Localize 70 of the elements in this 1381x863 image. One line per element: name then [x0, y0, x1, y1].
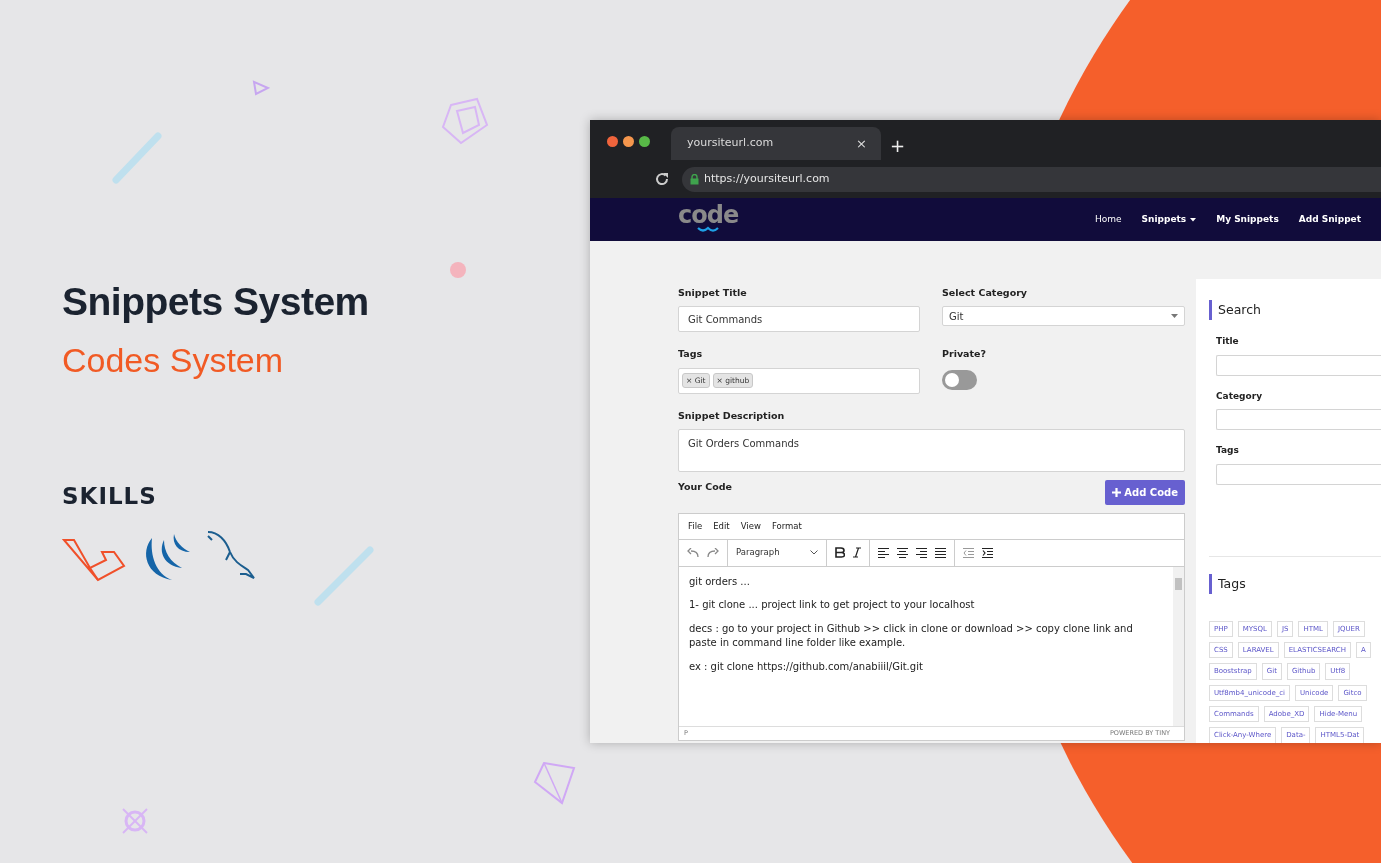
padlock-icon — [690, 173, 699, 185]
menu-item[interactable]: File — [688, 519, 703, 533]
editor-paragraph: git orders ... — [689, 574, 751, 589]
field-label: Tags — [678, 347, 703, 362]
add-code-button[interactable]: Add Code — [1105, 479, 1185, 505]
skills-heading: SKILLS — [62, 485, 157, 508]
maximize-dot-icon[interactable] — [639, 136, 650, 147]
promo-subtitle: Codes System — [62, 343, 284, 377]
caret-icon — [1171, 314, 1178, 319]
redo-icon[interactable] — [707, 547, 719, 558]
title-input[interactable]: Git Commands — [678, 306, 920, 333]
diagonal-bar-drawing — [313, 545, 375, 607]
menu-item[interactable]: View — [740, 519, 761, 533]
editor-paragraph: 1- git clone ... project link to get project to your localhost — [689, 598, 976, 613]
menu-item[interactable]: Edit — [713, 519, 730, 533]
tab-close-button[interactable]: × — [856, 137, 867, 150]
bold-icon[interactable] — [835, 547, 845, 559]
tab-title: yoursiteurl.com — [687, 135, 774, 152]
align-center-icon[interactable] — [897, 547, 908, 558]
scrollbar[interactable] — [1173, 566, 1184, 726]
crosshair-drawing — [120, 806, 150, 836]
editor-paragraph: ex : git clone https://github.com/anabiiil/Git.git — [689, 659, 924, 674]
url-text: https://yoursiteurl.com — [704, 170, 830, 187]
dot-drawing — [448, 260, 468, 280]
block-format-dropdown[interactable]: Paragraph — [736, 546, 818, 560]
plus-icon — [1112, 487, 1122, 497]
panel-heading: Search — [1209, 300, 1261, 320]
field-label: Private? — [942, 347, 986, 362]
indent-icon[interactable] — [982, 547, 993, 558]
justify-icon[interactable] — [935, 547, 946, 558]
editor-paragraph: decs : go to your project in Github >> click in clone or download >> copy clone link and paste in command line folder like example. — [689, 621, 1134, 651]
cube-outline-drawing — [441, 97, 489, 147]
search-input[interactable] — [1216, 463, 1381, 485]
field-label: Your Code — [678, 479, 733, 494]
promo-title: Snippets System — [62, 282, 369, 321]
field-label: Snippet Title — [678, 286, 747, 300]
field-label: Category — [1216, 389, 1262, 403]
nav-link[interactable]: Add Snippet — [1298, 212, 1361, 227]
private-toggle[interactable] — [942, 369, 977, 390]
diamond-outline-drawing — [532, 760, 578, 806]
align-right-icon[interactable] — [916, 547, 927, 558]
field-label: Snippet Description — [678, 408, 785, 423]
diagonal-bar-drawing — [112, 132, 162, 184]
description-textarea[interactable]: Git Orders Commands — [678, 428, 1185, 472]
field-label: Title — [1216, 335, 1239, 348]
field-label: Tags — [1216, 444, 1239, 457]
nav-link[interactable]: Home — [1094, 212, 1122, 227]
folded-line-icon — [62, 538, 126, 582]
dolphin-icon — [204, 530, 256, 582]
italic-icon[interactable] — [853, 547, 861, 559]
address-bar[interactable]: https://yoursiteurl.com — [682, 166, 1381, 192]
menu-item[interactable]: Format — [771, 519, 802, 533]
align-left-icon[interactable] — [878, 547, 889, 558]
field-label: Select Category — [942, 286, 1028, 300]
nav-link[interactable]: My Snippets — [1216, 212, 1279, 227]
undo-icon[interactable] — [687, 547, 699, 558]
minimize-dot-icon[interactable] — [623, 136, 634, 147]
outdent-icon[interactable] — [963, 547, 974, 558]
search-input[interactable] — [1216, 354, 1381, 376]
chevron-icon — [810, 550, 818, 556]
browser-tab[interactable]: yoursiteurl.com × — [671, 127, 881, 160]
site-logo[interactable]: code — [678, 204, 739, 235]
panel-heading: Tags — [1209, 573, 1246, 594]
triangle-outline-drawing — [252, 80, 270, 96]
search-input[interactable] — [1216, 409, 1381, 430]
reload-icon[interactable] — [654, 171, 670, 187]
close-dot-icon[interactable] — [607, 136, 618, 147]
category-select[interactable]: Git — [942, 306, 1185, 327]
nav-link[interactable]: Snippets — [1141, 212, 1197, 227]
new-tab-button[interactable]: + — [890, 137, 906, 155]
